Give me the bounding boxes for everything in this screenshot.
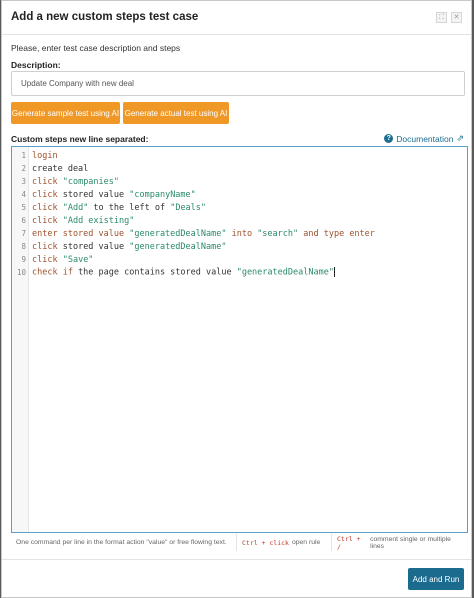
- add-and-run-button[interactable]: Add and Run: [408, 568, 464, 590]
- code-token: click: [32, 189, 63, 200]
- line-number: 3: [21, 177, 26, 186]
- dialog-title: Add a new custom steps test case: [11, 11, 199, 23]
- code-text: click "Add" to the left of "Deals": [29, 203, 206, 213]
- text-cursor: [333, 267, 335, 278]
- code-token: "companyName": [129, 189, 196, 200]
- code-token: click: [32, 254, 63, 265]
- comment-text: comment single or multiple lines: [370, 535, 451, 550]
- code-text: click "companies": [29, 177, 119, 187]
- code-token: create deal: [32, 163, 89, 174]
- code-token: the page contains stored value: [78, 267, 237, 278]
- line-number: 5: [21, 203, 26, 212]
- code-text: check if the page contains stored value …: [29, 267, 335, 278]
- code-token: click: [32, 176, 63, 187]
- code-token: check if: [32, 267, 79, 278]
- code-line[interactable]: 10 check if the page contains stored valu…: [12, 266, 467, 279]
- code-token: into: [226, 228, 258, 239]
- comment-hint: Ctrl + / comment single or multiple line…: [332, 534, 468, 551]
- code-token: click: [32, 241, 63, 252]
- custom-steps-label: Custom steps new line separated:: [11, 134, 149, 144]
- open-rule-text: open rule: [291, 539, 321, 546]
- code-line[interactable]: 4 click stored value "companyName": [12, 188, 467, 201]
- code-line[interactable]: 8 click stored value "generatedDealName": [12, 240, 467, 253]
- line-number: 9: [21, 255, 26, 264]
- code-token: and type enter: [298, 228, 375, 239]
- code-line[interactable]: 5 click "Add" to the left of "Deals": [12, 201, 467, 214]
- question-circle-icon: ?: [384, 134, 394, 143]
- code-text: click stored value "companyName": [29, 190, 196, 200]
- code-text: login: [29, 151, 58, 161]
- code-token: "Add existing": [62, 215, 135, 226]
- code-token: "Add": [62, 202, 89, 213]
- code-line[interactable]: 9 click "Save": [12, 253, 467, 266]
- dialog-header: Add a new custom steps test case ⛶ ✕: [2, 1, 471, 35]
- format-hint: One command per line in the format actio…: [11, 534, 237, 551]
- documentation-label: Documentation: [396, 133, 454, 144]
- line-number: 2: [21, 164, 26, 173]
- window-controls: ⛶ ✕: [436, 12, 462, 23]
- code-text: click "Save": [29, 255, 93, 265]
- code-token: "companies": [62, 176, 120, 187]
- external-link-icon: ⇗: [456, 133, 464, 143]
- line-number: 7: [21, 229, 26, 238]
- code-text: click stored value "generatedDealName": [29, 242, 226, 252]
- description-input[interactable]: [11, 71, 465, 96]
- code-line[interactable]: 2 create deal: [12, 162, 467, 175]
- line-number: 8: [21, 242, 26, 251]
- code-token: "search": [257, 228, 299, 239]
- code-text: enter stored value "generatedDealName" i…: [29, 229, 375, 239]
- code-line[interactable]: 7 enter stored value "generatedDealName" …: [12, 227, 467, 240]
- code-token: stored value: [62, 241, 130, 252]
- generate-sample-test-button[interactable]: Generate sample test using AI: [11, 102, 120, 124]
- code-text: create deal: [29, 164, 88, 174]
- code-token: to the left of: [88, 202, 171, 213]
- code-token: "generatedDealName": [129, 241, 227, 252]
- line-number: 10: [16, 268, 26, 277]
- editor-lines: 1 login 2 create deal 3 click "companies" 4 cli…: [12, 149, 467, 279]
- generate-actual-test-button[interactable]: Generate actual test using AI: [123, 102, 229, 124]
- line-number: 4: [21, 190, 26, 199]
- maximize-icon[interactable]: ⛶: [436, 12, 447, 23]
- code-token: enter stored value: [32, 228, 130, 239]
- code-token: "Save": [62, 254, 94, 265]
- code-line[interactable]: 6 click "Add existing": [12, 214, 467, 227]
- footer-divider: [2, 559, 471, 560]
- ctrl-slash-key: Ctrl + /: [337, 534, 361, 551]
- code-text: click "Add existing": [29, 216, 134, 226]
- code-token: stored value: [62, 189, 130, 200]
- editor-hints-bar: One command per line in the format actio…: [11, 534, 468, 551]
- code-token: "Deals": [170, 202, 207, 213]
- add-test-case-dialog: Add a new custom steps test case ⛶ ✕ Ple…: [1, 0, 472, 598]
- code-line[interactable]: 3 click "companies": [12, 175, 467, 188]
- code-token: click: [32, 202, 63, 213]
- code-token: "generatedDealName": [236, 267, 334, 278]
- intro-text: Please, enter test case description and …: [11, 43, 181, 53]
- line-number: 1: [21, 151, 26, 160]
- code-token: login: [32, 150, 58, 161]
- open-rule-hint: Ctrl + click open rule: [237, 534, 332, 551]
- line-number: 6: [21, 216, 26, 225]
- documentation-link[interactable]: ? Documentation ⇗: [384, 133, 464, 144]
- close-icon[interactable]: ✕: [451, 12, 462, 23]
- description-label: Description:: [11, 60, 61, 70]
- code-token: "generatedDealName": [129, 228, 227, 239]
- ctrl-click-key: Ctrl + click: [242, 538, 289, 547]
- code-line[interactable]: 1 login: [12, 149, 467, 162]
- steps-code-editor[interactable]: 1 login 2 create deal 3 click "companies" 4 cli…: [11, 146, 468, 533]
- code-token: click: [32, 215, 63, 226]
